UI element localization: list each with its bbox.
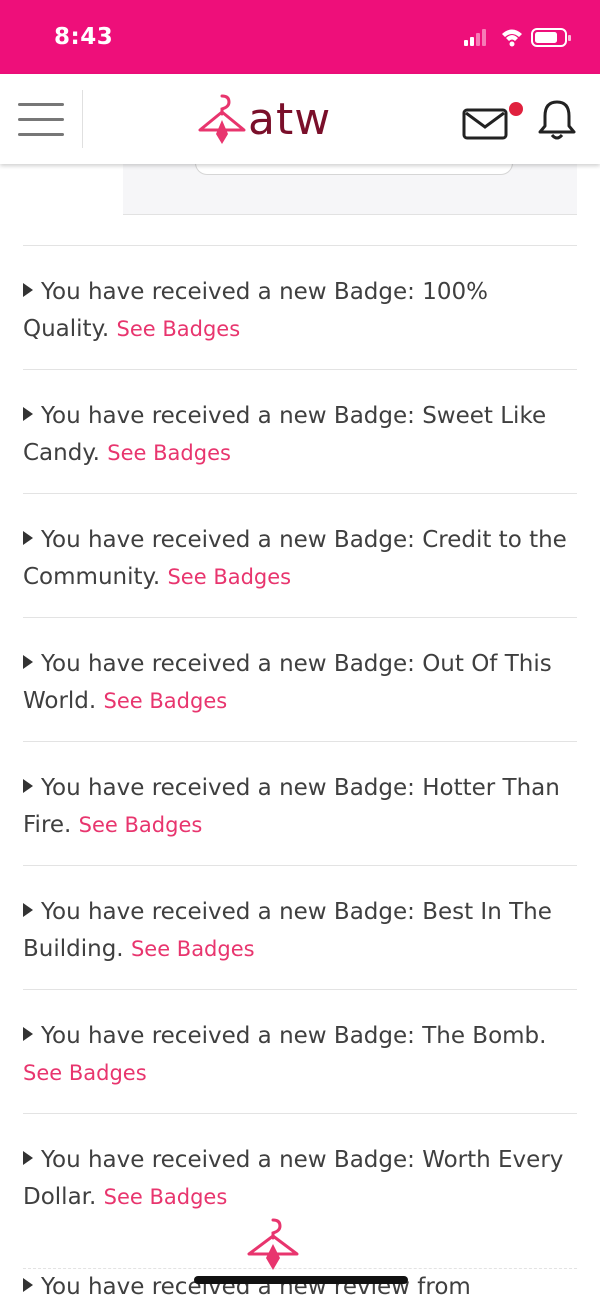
see-badges-link[interactable]: See Badges xyxy=(79,813,203,837)
floating-hanger-icon[interactable] xyxy=(244,1214,302,1274)
list-item: You have received a new Badge: Hotter Th… xyxy=(23,741,577,865)
list-item: You have received a new Badge: 100% Qual… xyxy=(23,245,577,369)
list-item: You have received a new Badge: Sweet Lik… xyxy=(23,369,577,493)
logo-text: atw xyxy=(248,94,332,145)
hanger-logo-icon xyxy=(198,94,246,144)
caret-right-icon xyxy=(23,531,33,545)
status-time: 8:43 xyxy=(54,24,114,50)
notification-text: You have received a new Badge: Sweet Lik… xyxy=(23,403,547,466)
see-badges-link[interactable]: See Badges xyxy=(117,317,241,341)
notification-text: You have received a new Badge: Best In T… xyxy=(23,899,552,962)
see-badges-link[interactable]: See Badges xyxy=(131,937,255,961)
notification-list: You have received a new Badge: 100% Qual… xyxy=(23,245,577,1237)
caret-right-icon xyxy=(23,407,33,421)
caret-right-icon xyxy=(23,1027,33,1041)
notification-text: You have received a new Badge: The Bomb. xyxy=(41,1023,547,1049)
caret-right-icon xyxy=(23,903,33,917)
wifi-icon xyxy=(502,29,522,47)
see-badges-link[interactable]: See Badges xyxy=(23,1061,147,1085)
see-badges-link[interactable]: See Badges xyxy=(104,1185,228,1209)
header-divider xyxy=(82,90,83,148)
caret-right-icon xyxy=(23,779,33,793)
status-bar: 8:43 xyxy=(0,0,600,74)
mail-icon xyxy=(462,102,523,140)
caret-right-icon xyxy=(23,283,33,297)
signal-icon xyxy=(464,29,486,46)
menu-icon[interactable] xyxy=(18,100,66,140)
top-panel xyxy=(123,156,577,215)
home-indicator xyxy=(194,1276,408,1284)
bell-icon xyxy=(538,100,576,140)
notification-text: You have received a new Badge: Credit to… xyxy=(23,527,567,590)
caret-right-icon xyxy=(23,1278,33,1292)
app-header: atw xyxy=(0,74,600,164)
see-badges-link[interactable]: See Badges xyxy=(107,441,231,465)
see-badges-link[interactable]: See Badges xyxy=(167,565,291,589)
unread-dot xyxy=(509,102,523,116)
list-item: You have received a new Badge: Best In T… xyxy=(23,865,577,989)
notification-text: You have received a new Badge: Out Of Th… xyxy=(23,651,552,714)
notifications-button[interactable] xyxy=(536,98,578,142)
caret-right-icon xyxy=(23,1151,33,1165)
status-icons xyxy=(464,28,571,47)
list-item: You have received a new Badge: The Bomb.… xyxy=(23,989,577,1113)
notification-text: You have received a new Badge: 100% Qual… xyxy=(23,279,488,342)
mail-button[interactable] xyxy=(462,102,526,142)
see-badges-link[interactable]: See Badges xyxy=(104,689,228,713)
list-item: You have received a new Badge: Credit to… xyxy=(23,493,577,617)
caret-right-icon xyxy=(23,655,33,669)
list-item: You have received a new Badge: Out Of Th… xyxy=(23,617,577,741)
battery-icon xyxy=(531,28,571,47)
logo[interactable]: atw xyxy=(196,90,366,150)
